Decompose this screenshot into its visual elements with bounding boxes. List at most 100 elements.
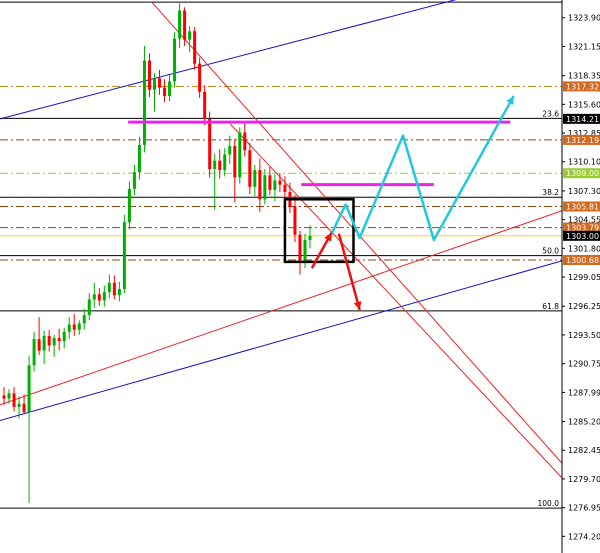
candle-body: [147, 60, 151, 90]
candle-body: [7, 393, 11, 399]
price-tick-label: 1282.45: [568, 446, 600, 455]
candle-body: [137, 145, 141, 173]
candle-body: [2, 395, 6, 399]
price-tick-label: 1279.70: [568, 475, 600, 484]
candle-body: [142, 60, 146, 146]
candle-body: [47, 335, 51, 346]
candle-body: [273, 180, 277, 190]
candle-body: [52, 338, 56, 346]
candle-body: [228, 146, 232, 155]
candle-body: [198, 63, 202, 92]
candle-body: [117, 289, 121, 296]
candle-body: [67, 324, 71, 332]
price-badge-label: 1309.00: [566, 169, 599, 178]
candle-body: [223, 154, 227, 171]
trendline: [0, 0, 457, 120]
price-badge-label: 1305.81: [566, 202, 599, 211]
candle-body: [238, 132, 242, 178]
price-chart: 0.0 23.6 38.2 50.0 61.8 100.0 1323.90 1321.15 1…: [0, 0, 600, 553]
price-tick-label: 1321.15: [568, 42, 600, 51]
candle-body: [87, 299, 91, 316]
price-badge-label: 1314.21: [566, 115, 599, 124]
candle-body: [303, 239, 307, 262]
trendline: [0, 260, 562, 421]
candle-body: [253, 170, 257, 187]
candle-body: [97, 294, 101, 301]
candle-body: [122, 222, 126, 290]
price-badge-label: 1312.19: [566, 136, 599, 145]
candle-body: [258, 170, 262, 200]
forecast-arrows: [310, 95, 515, 311]
candle-body: [248, 150, 252, 187]
candle-body: [152, 78, 156, 90]
price-badge-label: 1303.00: [566, 232, 599, 241]
fib-label: 50.0: [542, 247, 559, 256]
fib-label: 61.8: [542, 302, 559, 311]
candle-body: [268, 175, 272, 190]
candle-body: [102, 292, 106, 301]
candle-body: [32, 339, 36, 366]
price-tick-label: 1274.20: [568, 532, 600, 541]
price-tick-label: 1323.90: [568, 14, 600, 23]
candle-body: [213, 160, 217, 170]
candle-body: [27, 365, 31, 413]
candle-body: [62, 331, 66, 342]
candle-body: [183, 10, 187, 40]
candle-body: [308, 235, 312, 240]
candle-body: [178, 10, 182, 39]
candle-body: [173, 38, 177, 82]
forecast-path: [337, 233, 361, 311]
fib-label: 23.6: [542, 109, 559, 118]
price-tick-label: 1290.75: [568, 360, 600, 369]
candle-body: [72, 324, 76, 330]
horizontal-markers: [128, 120, 511, 187]
candle-body: [298, 234, 302, 262]
price-tick-label: 1296.25: [568, 302, 600, 311]
trendline: [0, 210, 562, 406]
price-tick-label: 1287.99: [568, 388, 600, 397]
candle-body: [218, 160, 222, 171]
candle-body: [158, 78, 162, 88]
candle-body: [168, 81, 172, 96]
support-resistance-lines: [0, 85, 562, 261]
candle-body: [92, 294, 96, 300]
fib-label: 100.0: [538, 499, 560, 508]
candle-body: [203, 91, 207, 119]
fib-label: 38.2: [542, 188, 559, 197]
price-tick-label: 1318.35: [568, 72, 600, 81]
price-tick-label: 1285.20: [568, 418, 600, 427]
candle-body: [37, 339, 41, 351]
candle-body: [57, 338, 61, 342]
candle-body: [12, 393, 16, 407]
price-tick-label: 1315.60: [568, 100, 600, 109]
candle-body: [263, 175, 267, 200]
fib-label: 0.0: [547, 0, 559, 2]
price-tick-label: 1299.05: [568, 273, 600, 282]
candle-body: [163, 87, 167, 96]
candle-body: [107, 282, 111, 293]
price-tick-label: 1301.80: [568, 244, 600, 253]
candle-body: [193, 31, 197, 64]
price-badge-label: 1317.32: [566, 82, 599, 91]
candle-body: [132, 172, 136, 189]
price-tick-label: 1276.95: [568, 504, 600, 513]
candle-body: [293, 206, 297, 235]
candle-body: [42, 335, 46, 351]
price-badge-label: 1300.68: [566, 256, 599, 265]
candle-body: [77, 323, 81, 330]
candle-body: [112, 282, 116, 296]
price-tick-label: 1310.10: [568, 158, 600, 167]
candle-body: [188, 31, 192, 40]
price-tick-label: 1307.30: [568, 187, 600, 196]
forecast-path: [330, 95, 515, 242]
candle-body: [17, 403, 21, 407]
candle-body: [208, 118, 212, 170]
candle-body: [82, 315, 86, 324]
candle-body: [283, 184, 287, 192]
price-axis: 1323.901321.151318.351315.601312.851310.…: [562, 14, 600, 541]
candle-body: [22, 403, 26, 413]
candle-body: [243, 132, 247, 151]
fibonacci-levels: 0.0 23.6 38.2 50.0 61.8 100.0: [0, 0, 562, 509]
plot-area: 0.0 23.6 38.2 50.0 61.8 100.0: [0, 0, 562, 509]
price-tick-label: 1293.50: [568, 331, 600, 340]
